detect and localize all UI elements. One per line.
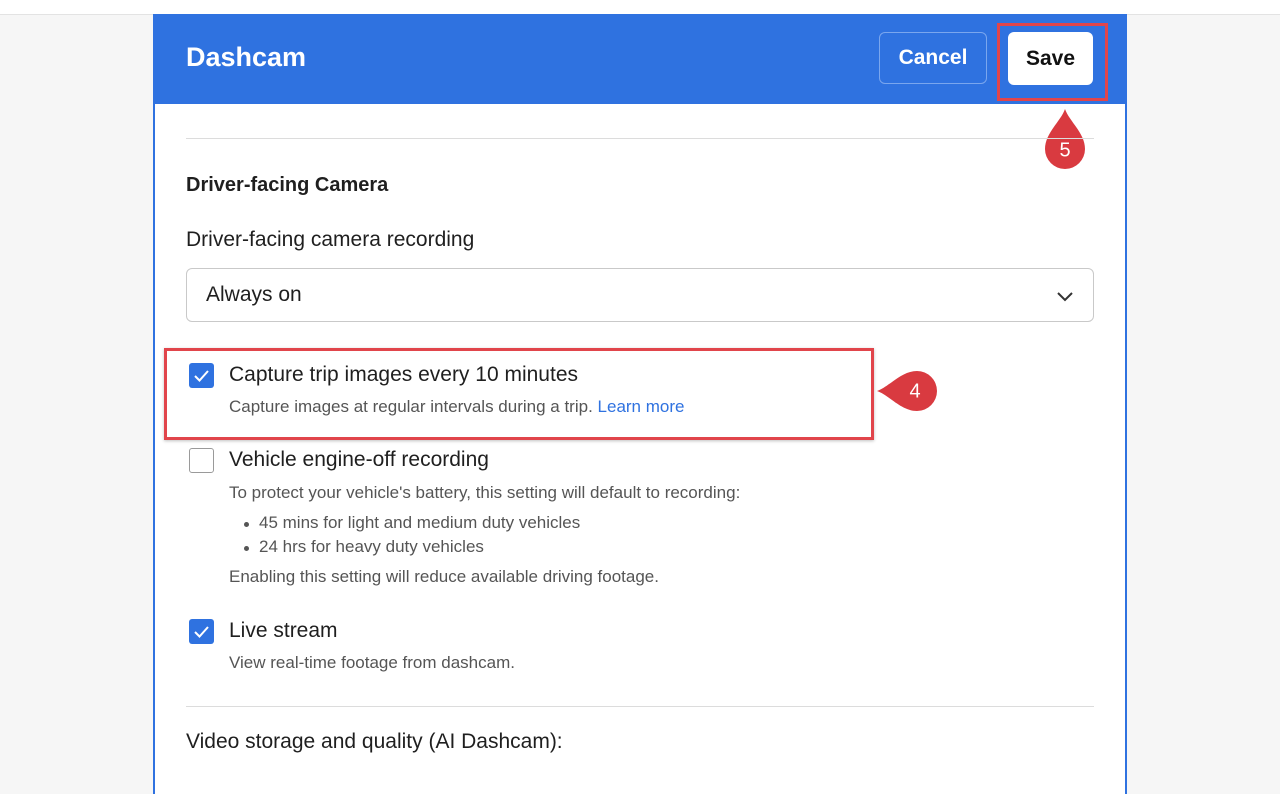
step-4-number: 4 [909, 380, 920, 402]
engine-off-label: Vehicle engine-off recording [229, 448, 489, 471]
engine-off-desc: To protect your vehicle's battery, this … [229, 483, 741, 502]
recording-select[interactable]: Always on [186, 268, 1094, 322]
cancel-button[interactable]: Cancel [879, 32, 987, 84]
engine-off-bullet-text: 24 hrs for heavy duty vehicles [259, 537, 484, 556]
panel-header: Dashcam Cancel Save [153, 14, 1127, 104]
section-divider-top [186, 138, 1094, 139]
learn-more-link[interactable]: Learn more [598, 397, 685, 416]
step-5-marker: 5 [1045, 109, 1085, 169]
live-stream-label: Live stream [229, 619, 338, 642]
live-stream-desc: View real-time footage from dashcam. [229, 653, 515, 672]
capture-images-desc: Capture images at regular intervals duri… [229, 397, 684, 417]
storage-section-title: Video storage and quality (AI Dashcam): [186, 730, 563, 753]
capture-highlight-box [164, 348, 874, 440]
engine-off-bullet: 45 mins for light and medium duty vehicl… [244, 513, 580, 533]
recording-select-value: Always on [206, 283, 302, 306]
section-title: Driver-facing Camera [186, 174, 389, 196]
chevron-down-icon [1057, 292, 1073, 302]
save-highlight-box [997, 23, 1108, 101]
capture-images-label: Capture trip images every 10 minutes [229, 363, 578, 386]
section-divider-bottom [186, 706, 1094, 707]
step-5-number: 5 [1059, 139, 1070, 161]
browser-top-bar [0, 0, 1280, 15]
recording-label: Driver-facing camera recording [186, 228, 475, 251]
capture-images-desc-text: Capture images at regular intervals duri… [229, 397, 593, 416]
step-4-marker: 4 [877, 371, 937, 411]
capture-images-checkbox[interactable] [189, 363, 214, 388]
engine-off-bullet-text: 45 mins for light and medium duty vehicl… [259, 513, 581, 532]
panel-title: Dashcam [186, 42, 307, 72]
check-icon [194, 626, 209, 638]
live-stream-checkbox[interactable] [189, 619, 214, 644]
engine-off-checkbox[interactable] [189, 448, 214, 473]
check-icon [194, 370, 209, 382]
engine-off-bullet: 24 hrs for heavy duty vehicles [244, 537, 484, 557]
engine-off-note: Enabling this setting will reduce availa… [229, 567, 659, 586]
